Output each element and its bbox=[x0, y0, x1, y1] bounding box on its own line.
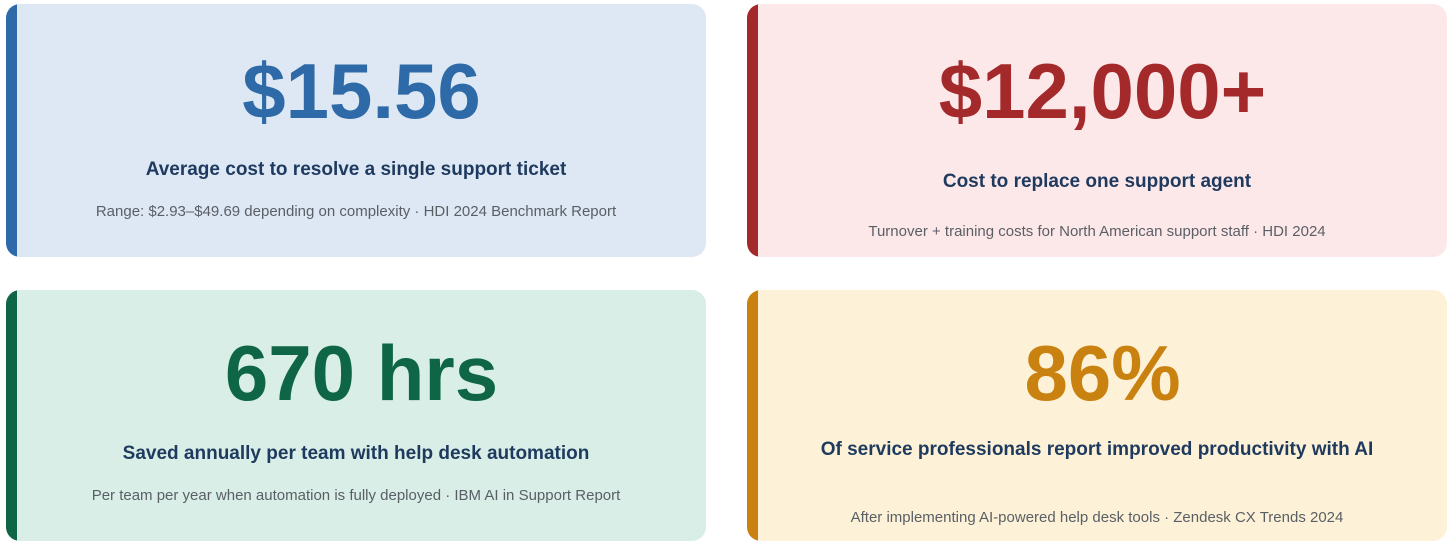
stat-card-ticket-cost: $15.56 Average cost to resolve a single … bbox=[6, 4, 706, 257]
stat-note: Turnover + training costs for North Amer… bbox=[868, 223, 1326, 240]
accent-bar bbox=[6, 4, 17, 257]
stat-value: $15.56 bbox=[242, 47, 481, 135]
stat-label: Of service professionals report improved… bbox=[820, 439, 1374, 460]
accent-bar bbox=[6, 290, 17, 541]
stat-value: 670 hrs bbox=[224, 329, 499, 417]
stat-value: 86% bbox=[1024, 329, 1181, 417]
accent-bar bbox=[747, 4, 758, 257]
stat-label: Average cost to resolve a single support… bbox=[145, 159, 567, 180]
stat-label: Cost to replace one support agent bbox=[942, 171, 1252, 192]
stat-label: Saved annually per team with help desk a… bbox=[122, 443, 590, 464]
stat-note: After implementing AI-powered help desk … bbox=[850, 509, 1344, 526]
stat-card-hours-saved: 670 hrs Saved annually per team with hel… bbox=[6, 290, 706, 541]
stat-value: $12,000+ bbox=[938, 47, 1267, 135]
stat-card-agent-replacement-cost: $12,000+ Cost to replace one support age… bbox=[747, 4, 1447, 257]
accent-bar bbox=[747, 290, 758, 541]
stat-card-productivity: 86% Of service professionals report impr… bbox=[747, 290, 1447, 541]
stat-note: Per team per year when automation is ful… bbox=[91, 487, 621, 504]
stat-note: Range: $2.93–$49.69 depending on complex… bbox=[95, 203, 617, 220]
